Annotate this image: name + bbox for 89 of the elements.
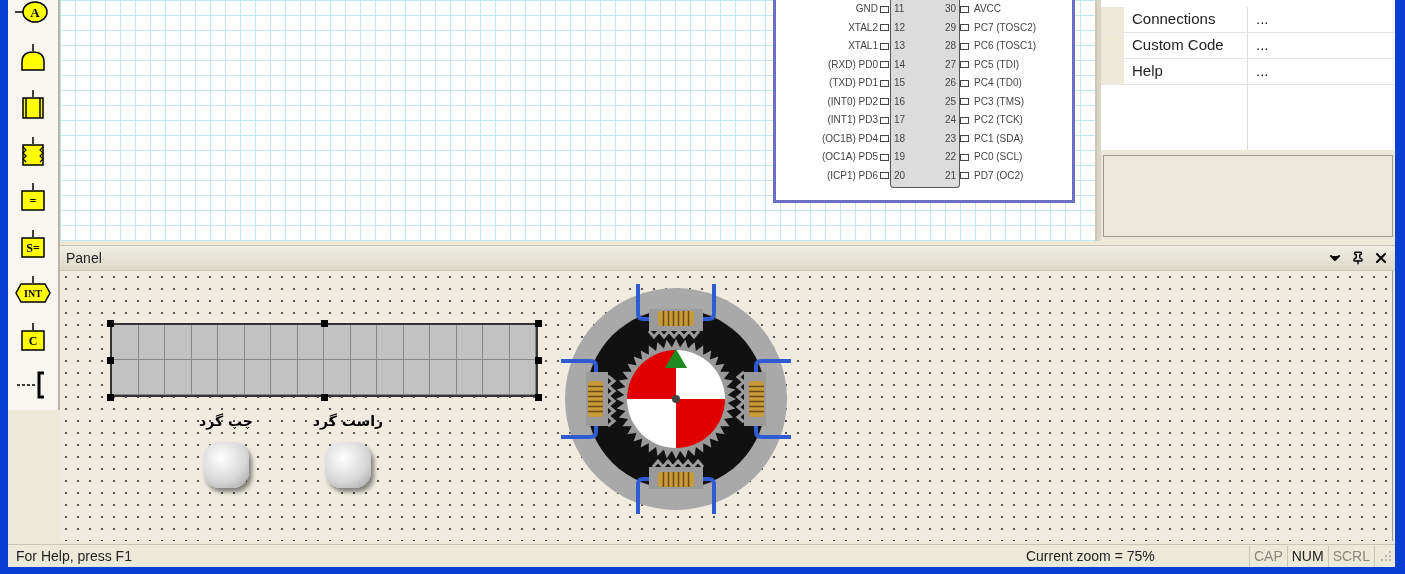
pin-icon — [880, 172, 889, 180]
pin-icon — [880, 42, 889, 50]
pin-number: 20 — [894, 168, 906, 183]
pin-label: PC6 (TOSC1) — [974, 39, 1037, 53]
microcontroller-chip[interactable] — [773, 0, 1075, 203]
pin-number: 25 — [944, 94, 956, 109]
pin-number: 15 — [894, 76, 906, 90]
resize-handle[interactable] — [535, 357, 542, 364]
property-name[interactable]: Connections — [1124, 7, 1248, 32]
pin-label: (OC1B) PD4 — [821, 131, 878, 146]
pin-icon — [960, 42, 969, 50]
pin-label: (ICP1) PD6 — [826, 168, 878, 183]
pin-icon — [880, 61, 889, 69]
close-icon[interactable] — [1373, 250, 1389, 266]
pin-number: 19 — [894, 150, 906, 164]
lcd-display[interactable] — [110, 323, 538, 397]
pin-label: PC4 (TD0) — [974, 76, 1023, 90]
resize-handle[interactable] — [107, 394, 114, 401]
pin-label: XTAL2 — [848, 20, 878, 35]
status-text: For Help, press F1 — [15, 546, 132, 566]
resize-grip-icon[interactable] — [1379, 549, 1393, 563]
pin-icon[interactable] — [1351, 251, 1365, 265]
key-indicator: NUM — [1287, 545, 1329, 567]
pin-label: XTAL1 — [848, 39, 878, 53]
pin-icon — [880, 79, 889, 87]
pin-icon — [880, 153, 889, 161]
pin-label: PC5 (TDI) — [974, 57, 1020, 72]
pin-number: 14 — [894, 57, 906, 72]
resize-handle[interactable] — [107, 320, 114, 327]
panel-title: Panel — [66, 248, 102, 268]
pin-icon — [960, 153, 969, 161]
pin-label: PC2 (TCK) — [974, 113, 1024, 127]
resize-handle[interactable] — [321, 320, 328, 327]
push-button[interactable] — [203, 442, 249, 488]
resize-handle[interactable] — [321, 394, 328, 401]
pin-number: 22 — [944, 150, 956, 164]
pin-number: 26 — [944, 76, 956, 90]
pin-icon — [960, 98, 969, 106]
pin-label: (RXD) PD0 — [828, 57, 878, 72]
property-value[interactable]: ... — [1248, 33, 1269, 58]
resize-handle[interactable] — [535, 394, 542, 401]
pin-label: (INT1) PD3 — [827, 113, 878, 127]
pin-number: 12 — [894, 20, 906, 35]
pin-number: 27 — [944, 57, 956, 72]
button-label: راست گرد — [312, 412, 384, 432]
pin-number: 29 — [944, 20, 956, 35]
pin-icon — [880, 24, 889, 32]
pin-icon — [960, 24, 969, 32]
pin-icon — [880, 135, 889, 143]
key-indicator: CAP — [1249, 545, 1288, 567]
pin-number: 23 — [944, 131, 956, 146]
pin-icon — [960, 5, 969, 13]
pin-label: PC3 (TMS) — [974, 94, 1025, 109]
property-value[interactable]: ... — [1248, 7, 1269, 32]
pin-icon — [880, 5, 889, 13]
pin-icon — [960, 61, 969, 69]
property-name[interactable]: Custom Code — [1124, 33, 1248, 58]
pin-label: PC0 (SCL) — [974, 150, 1024, 164]
pin-label: PD7 (OC2) — [974, 168, 1025, 183]
pin-number: 24 — [944, 113, 956, 127]
zoom-level: Current zoom = 75% — [1019, 545, 1250, 567]
button-label: چپ گرد — [199, 412, 253, 432]
pin-label: (OC1A) PD5 — [821, 150, 878, 164]
pin-icon — [960, 79, 969, 87]
pin-icon — [960, 116, 969, 124]
pin-label: (INT0) PD2 — [827, 94, 878, 109]
pin-number: 18 — [894, 131, 906, 146]
push-button[interactable] — [325, 442, 371, 488]
property-value[interactable]: ... — [1248, 59, 1269, 84]
pin-icon — [880, 116, 889, 124]
pin-number: 21 — [944, 168, 956, 183]
pin-icon — [880, 98, 889, 106]
pin-label: GND — [855, 2, 878, 16]
pin-label: PC1 (SDA) — [974, 131, 1025, 146]
pin-number: 11 — [894, 2, 906, 16]
pin-number: 16 — [894, 94, 906, 109]
pin-icon — [960, 135, 969, 143]
pin-number: 13 — [894, 39, 906, 53]
pin-number: 17 — [894, 113, 906, 127]
key-indicator: SCRL — [1328, 545, 1375, 567]
property-name[interactable]: Help — [1124, 59, 1248, 84]
resize-handle[interactable] — [107, 357, 114, 364]
pin-icon — [960, 172, 969, 180]
pin-label: PC7 (TOSC2) — [974, 20, 1037, 35]
pin-number: 30 — [944, 2, 956, 16]
pin-label: AVCC — [974, 2, 1003, 16]
pin-label: (TXD) PD1 — [829, 76, 878, 90]
resize-handle[interactable] — [535, 320, 542, 327]
pin-number: 28 — [944, 39, 956, 53]
